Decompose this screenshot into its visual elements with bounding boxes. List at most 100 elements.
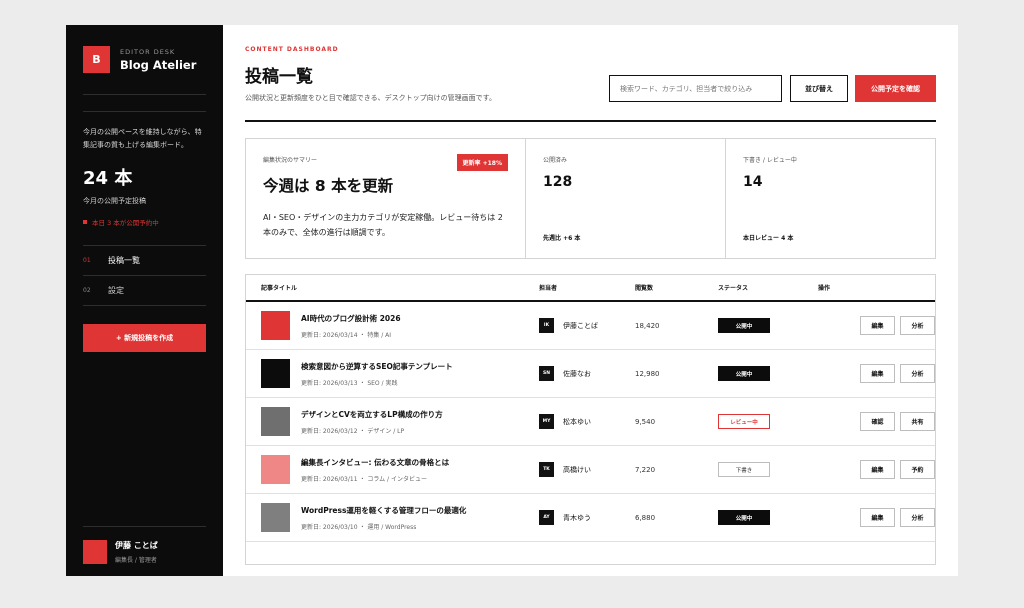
post-thumbnail bbox=[261, 359, 290, 388]
sidebar-item-posts[interactable]: 01 投稿一覧 bbox=[83, 246, 206, 276]
owner-avatar: AY bbox=[539, 510, 554, 525]
status-badge: 公開中 bbox=[718, 318, 770, 333]
new-post-button[interactable]: + 新規投稿を作成 bbox=[83, 324, 206, 352]
column-header-title[interactable]: 記事タイトル bbox=[261, 283, 539, 292]
column-header-views[interactable]: 閲覧数 bbox=[635, 283, 718, 292]
user-name: 伊藤 ことば bbox=[115, 540, 158, 550]
table-row[interactable]: WordPress運用を軽くする管理フローの最適化 更新日: 2026/03/10… bbox=[246, 494, 935, 542]
row-action-button[interactable]: 編集 bbox=[860, 316, 895, 335]
post-meta: 更新日: 2026/03/12 ・ デザイン / LP bbox=[301, 427, 405, 435]
brand: B EDITOR DESK Blog Atelier bbox=[83, 25, 206, 95]
main-content: CONTENT DASHBOARD 投稿一覧 公開状況と更新頻度をひと目で確認で… bbox=[223, 25, 958, 576]
row-action-button[interactable]: 分析 bbox=[900, 508, 935, 527]
nav-number: 02 bbox=[83, 287, 91, 294]
owner-name: 松本ゆい bbox=[563, 417, 591, 426]
card-label: 下書き / レビュー中 bbox=[743, 157, 797, 164]
avatar bbox=[83, 539, 107, 564]
status-cell: レビュー中 bbox=[718, 414, 818, 429]
post-meta: 更新日: 2026/03/13 ・ SEO / 実践 bbox=[301, 379, 398, 387]
views-cell: 7,220 bbox=[635, 465, 656, 474]
table-row[interactable]: デザインとCVを両立するLP構成の作り方 更新日: 2026/03/12 ・ デザ… bbox=[246, 398, 935, 446]
row-action-button[interactable]: 分析 bbox=[900, 316, 935, 335]
owner-name: 青木ゆう bbox=[563, 513, 591, 522]
search-input[interactable] bbox=[609, 75, 782, 102]
user-profile[interactable]: 伊藤 ことば 編集長 / 管理者 bbox=[83, 526, 206, 576]
posts-table: 記事タイトル 担当者 閲覧数 ステータス 操作 AI時代のブログ設計術 2026… bbox=[245, 274, 936, 565]
owner-cell: SN 佐藤なお bbox=[539, 366, 635, 381]
column-header-status[interactable]: ステータス bbox=[718, 283, 818, 292]
owner-avatar: MY bbox=[539, 414, 554, 429]
views-cell: 12,980 bbox=[635, 369, 660, 378]
summary-panel: 編集状況のサマリー 更新率 +18% 今週は 8 本を更新 AI・SEO・デザイ… bbox=[245, 138, 936, 259]
actions-cell: 編集 分析 bbox=[818, 364, 935, 383]
post-thumbnail bbox=[261, 455, 290, 484]
post-title[interactable]: デザインとCVを両立するLP構成の作り方 bbox=[301, 409, 443, 420]
owner-cell: AY 青木ゆう bbox=[539, 510, 635, 525]
brand-subtitle: EDITOR DESK bbox=[120, 47, 176, 56]
nav-label: 投稿一覧 bbox=[108, 256, 140, 265]
post-title[interactable]: AI時代のブログ設計術 2026 bbox=[301, 313, 401, 324]
post-thumbnail bbox=[261, 311, 290, 340]
publish-count-label: 今月の公開予定投稿 bbox=[83, 197, 146, 205]
row-action-button[interactable]: 編集 bbox=[860, 508, 895, 527]
card-footnote: 先週比 +6 本 bbox=[543, 235, 581, 242]
column-header-actions: 操作 bbox=[818, 285, 831, 292]
summary-card-published: 公開済み 128 先週比 +6 本 bbox=[525, 139, 725, 258]
sidebar: B EDITOR DESK Blog Atelier 今月の公開ペースを維持しな… bbox=[66, 25, 223, 576]
row-action-button[interactable]: 共有 bbox=[900, 412, 935, 431]
column-header-owner[interactable]: 担当者 bbox=[539, 283, 635, 292]
row-action-button[interactable]: 編集 bbox=[860, 364, 895, 383]
table-row[interactable]: 検索意図から逆算するSEO記事テンプレート 更新日: 2026/03/13 ・ S… bbox=[246, 350, 935, 398]
status-cell: 公開中 bbox=[718, 366, 818, 381]
post-title-cell: 編集長インタビュー: 伝わる文章の骨格とは 更新日: 2026/03/11 ・ コ… bbox=[261, 455, 539, 484]
status-cell: 下書き bbox=[718, 462, 818, 477]
scheduled-alert-text: 本日 3 本が公開予約中 bbox=[92, 219, 159, 227]
card-headline: 今週は 8 本を更新 bbox=[263, 177, 394, 195]
card-value: 14 bbox=[743, 174, 763, 190]
post-title-cell: WordPress運用を軽くする管理フローの最適化 更新日: 2026/03/10… bbox=[261, 503, 539, 532]
post-thumbnail bbox=[261, 503, 290, 532]
card-description: AI・SEO・デザインの主力カテゴリが安定稼働。レビュー待ちは 2 本のみで、全… bbox=[263, 213, 503, 237]
sidebar-description: 今月の公開ペースを維持しながら、特集記事の質も上げる編集ボード。 bbox=[83, 128, 202, 149]
owner-cell: IK 伊藤ことば bbox=[539, 318, 635, 333]
row-action-button[interactable]: 予約 bbox=[900, 460, 935, 479]
owner-name: 佐藤なお bbox=[563, 369, 591, 378]
post-title[interactable]: 編集長インタビュー: 伝わる文章の骨格とは bbox=[301, 457, 449, 468]
nav-label: 設定 bbox=[108, 286, 124, 295]
owner-name: 伊藤ことば bbox=[563, 321, 598, 330]
row-action-button[interactable]: 確認 bbox=[860, 412, 895, 431]
scheduled-alert: 本日 3 本が公開予約中 bbox=[83, 217, 206, 227]
post-title[interactable]: 検索意図から逆算するSEO記事テンプレート bbox=[301, 361, 453, 372]
row-action-button[interactable]: 分析 bbox=[900, 364, 935, 383]
sidebar-nav: 01 投稿一覧 02 設定 bbox=[83, 245, 206, 306]
eyebrow: CONTENT DASHBOARD bbox=[245, 46, 339, 53]
post-title-cell: AI時代のブログ設計術 2026 更新日: 2026/03/14 ・ 特集 / A… bbox=[261, 311, 539, 340]
row-action-button[interactable]: 編集 bbox=[860, 460, 895, 479]
user-role: 編集長 / 管理者 bbox=[115, 556, 157, 564]
status-badge: 下書き bbox=[718, 462, 770, 477]
divider bbox=[83, 111, 206, 112]
logo-icon: B bbox=[83, 46, 110, 73]
views-cell: 6,880 bbox=[635, 513, 656, 522]
sidebar-item-settings[interactable]: 02 設定 bbox=[83, 276, 206, 306]
actions-cell: 編集 予約 bbox=[818, 460, 935, 479]
post-title[interactable]: WordPress運用を軽くする管理フローの最適化 bbox=[301, 505, 466, 516]
nav-number: 01 bbox=[83, 257, 91, 264]
table-row[interactable]: AI時代のブログ設計術 2026 更新日: 2026/03/14 ・ 特集 / A… bbox=[246, 302, 935, 350]
table-body: AI時代のブログ設計術 2026 更新日: 2026/03/14 ・ 特集 / A… bbox=[246, 302, 935, 542]
status-badge: 公開中 bbox=[718, 510, 770, 525]
brand-title: Blog Atelier bbox=[120, 57, 197, 72]
schedule-button[interactable]: 公開予定を確認 bbox=[855, 75, 936, 102]
status-cell: 公開中 bbox=[718, 318, 818, 333]
alert-dot-icon bbox=[83, 220, 87, 224]
summary-card-main: 編集状況のサマリー 更新率 +18% 今週は 8 本を更新 AI・SEO・デザイ… bbox=[246, 139, 525, 258]
table-row[interactable]: 編集長インタビュー: 伝わる文章の骨格とは 更新日: 2026/03/11 ・ コ… bbox=[246, 446, 935, 494]
post-thumbnail bbox=[261, 407, 290, 436]
actions-cell: 編集 分析 bbox=[818, 316, 935, 335]
post-meta: 更新日: 2026/03/14 ・ 特集 / AI bbox=[301, 331, 392, 339]
table-header: 記事タイトル 担当者 閲覧数 ステータス 操作 bbox=[246, 275, 935, 302]
post-title-cell: デザインとCVを両立するLP構成の作り方 更新日: 2026/03/12 ・ デザ… bbox=[261, 407, 539, 436]
owner-cell: MY 松本ゆい bbox=[539, 414, 635, 429]
status-badge: レビュー中 bbox=[718, 414, 770, 429]
sort-button[interactable]: 並び替え bbox=[790, 75, 848, 102]
